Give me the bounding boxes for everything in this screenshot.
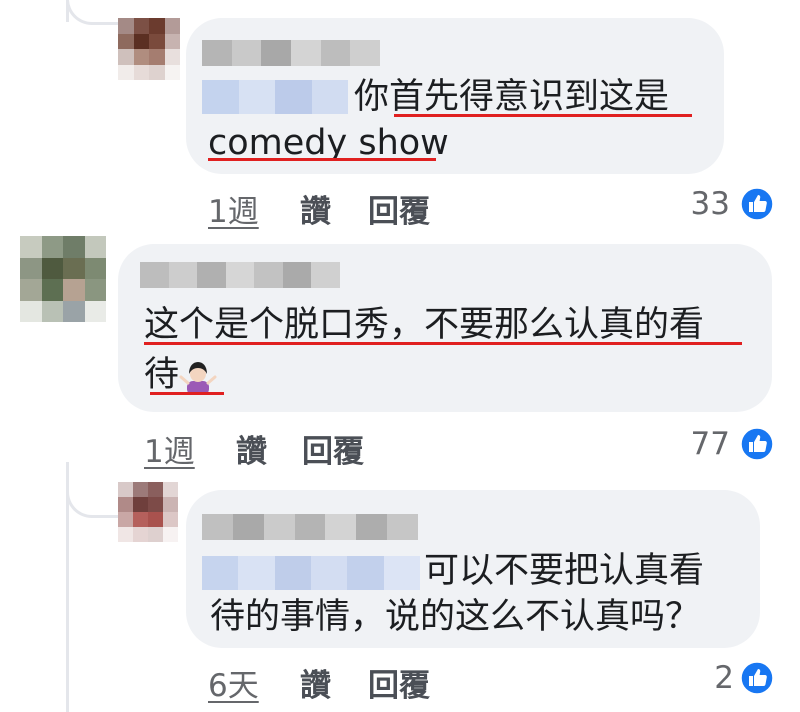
thread-connector-reply-1 bbox=[66, 0, 119, 25]
thread-connector-reply-2 bbox=[66, 485, 119, 518]
comment-text-line-2: 待的事情，说的这么不认真吗？ bbox=[210, 597, 701, 637]
commenter-name-blurred[interactable] bbox=[202, 514, 419, 540]
mention-tag-blurred[interactable] bbox=[202, 80, 348, 114]
person-shrugging-emoji bbox=[179, 362, 217, 395]
comment-text-tail: 待 bbox=[144, 355, 180, 395]
reply-link[interactable]: 回覆 bbox=[302, 426, 364, 471]
text-underline bbox=[150, 392, 224, 395]
avatar[interactable] bbox=[118, 18, 180, 80]
avatar[interactable] bbox=[118, 482, 178, 542]
text-underline bbox=[208, 158, 436, 161]
mention-tag-blurred[interactable] bbox=[202, 556, 420, 590]
comment-timestamp[interactable]: 1週 bbox=[144, 426, 195, 471]
comment-timestamp[interactable]: 1週 bbox=[208, 186, 259, 231]
like-link[interactable]: 讚 bbox=[236, 426, 267, 471]
like-link[interactable]: 讚 bbox=[300, 660, 331, 705]
like-thumb-icon[interactable] bbox=[740, 187, 774, 221]
comment-text-line-1: 可以不要把认真看 bbox=[424, 551, 705, 591]
reaction-count[interactable]: 33 bbox=[680, 186, 730, 222]
text-underline bbox=[144, 342, 742, 345]
like-thumb-icon[interactable] bbox=[740, 427, 774, 461]
reaction-count[interactable]: 77 bbox=[680, 426, 730, 462]
avatar[interactable] bbox=[20, 236, 106, 322]
like-link[interactable]: 讚 bbox=[300, 186, 331, 231]
commenter-name-blurred[interactable] bbox=[140, 262, 341, 288]
comment-timestamp[interactable]: 6天 bbox=[208, 660, 259, 705]
reply-link[interactable]: 回覆 bbox=[368, 660, 430, 705]
reply-link[interactable]: 回覆 bbox=[368, 186, 430, 231]
text-underline bbox=[394, 114, 692, 117]
commenter-name-blurred[interactable] bbox=[202, 40, 381, 66]
reaction-count[interactable]: 2 bbox=[690, 660, 734, 696]
like-thumb-icon[interactable] bbox=[740, 661, 774, 695]
